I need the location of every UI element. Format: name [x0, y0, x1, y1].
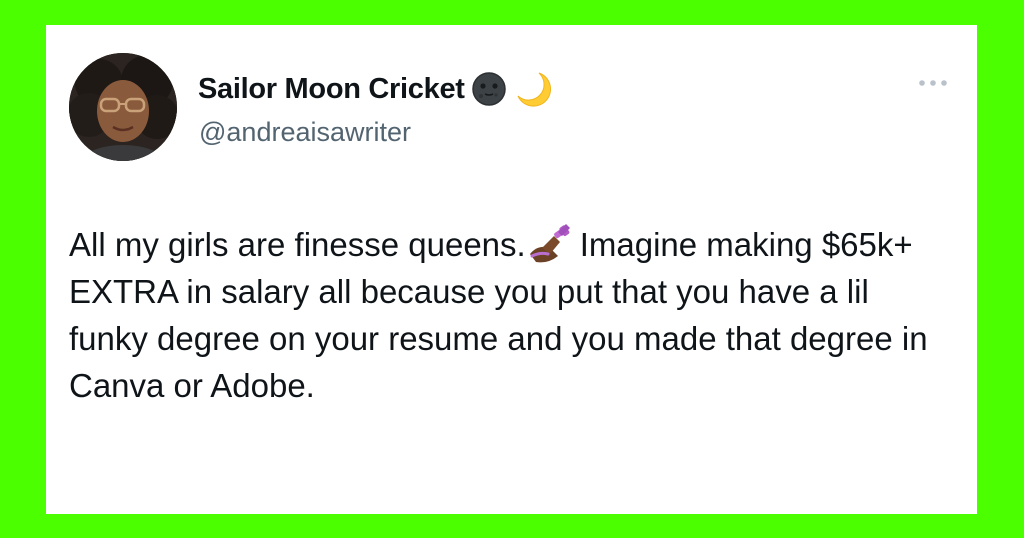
author-avatar[interactable]: [69, 53, 177, 161]
more-options-icon: [919, 80, 947, 86]
new-moon-face-icon: [469, 69, 509, 109]
author-display-name[interactable]: Sailor Moon Cricket: [198, 73, 465, 106]
tweet-text-part-1: All my girls are finesse queens.: [69, 226, 526, 263]
profile-photo: [69, 53, 177, 161]
author-handle[interactable]: @andreaisawriter: [199, 117, 411, 148]
more-options-button[interactable]: [915, 71, 951, 95]
tweet-card: Sailor Moon Cricket @andreaisawriter All…: [46, 25, 977, 514]
tweet-text: All my girls are finesse queens. Imagine…: [69, 221, 949, 409]
author-name-row: Sailor Moon Cricket: [198, 69, 553, 109]
crescent-moon-icon: [513, 69, 553, 109]
nail-polish-icon: [528, 224, 574, 264]
